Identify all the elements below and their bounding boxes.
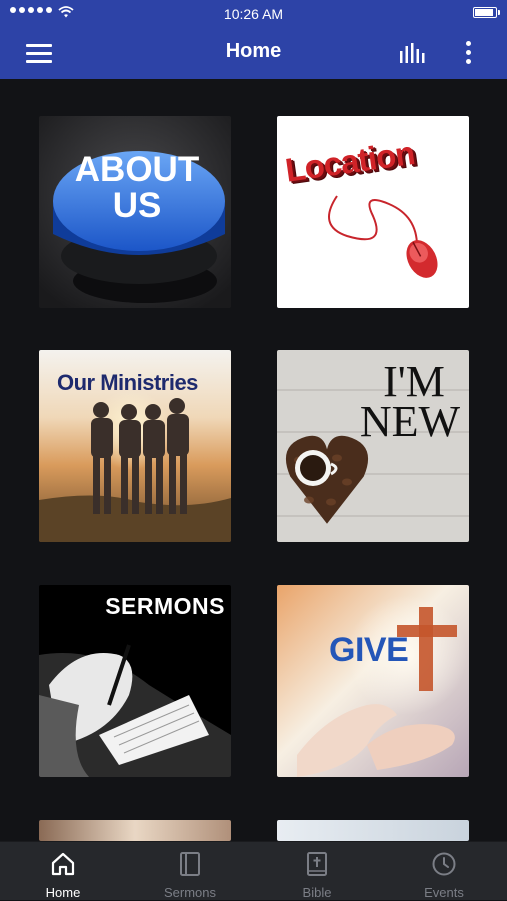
tile-our-ministries[interactable]: Our Ministries [39, 350, 231, 542]
tab-bible-label: Bible [302, 885, 332, 900]
tab-events[interactable]: Events [381, 842, 507, 901]
tile-give[interactable]: GIVE [277, 585, 469, 777]
tile-sermons-label: SERMONS [105, 593, 225, 619]
page-title: Home [225, 40, 282, 62]
menu-icon[interactable] [24, 41, 54, 65]
tab-events-label: Events [424, 885, 464, 900]
partial-tile-image [277, 820, 469, 841]
tile-im-new-label: I'M NEW [359, 357, 461, 446]
tab-sermons[interactable]: Sermons [127, 842, 253, 901]
battery-icon [473, 7, 500, 18]
tab-bible[interactable]: Bible [254, 842, 380, 901]
tab-home-label: Home [45, 885, 81, 900]
tab-sermons-label: Sermons [163, 885, 217, 900]
more-options-icon[interactable] [458, 39, 478, 67]
home-icon [51, 852, 75, 876]
partial-tile-image [39, 820, 231, 841]
tab-home[interactable]: Home [0, 842, 126, 901]
home-tile-grid: ABOUT US Location Our Ministries I'M NEW… [0, 79, 507, 841]
tile-im-new[interactable]: I'M NEW [277, 350, 469, 542]
tile-give-label: GIVE [329, 631, 409, 669]
tile-about-us[interactable]: ABOUT US [39, 116, 231, 308]
give-hands-image [277, 585, 469, 777]
tile-about-us-label: ABOUT US [74, 150, 200, 225]
bible-icon [307, 852, 327, 876]
tile-partial-right[interactable] [277, 820, 469, 841]
status-bar: 10:26 AM [0, 0, 507, 27]
status-time: 10:26 AM [223, 6, 284, 22]
app-bar: Home [0, 27, 507, 79]
clock-icon [432, 852, 456, 876]
bottom-tab-bar: Home Sermons Bible Events [0, 841, 507, 900]
tile-our-ministries-label: Our Ministries [57, 370, 198, 395]
audio-player-icon[interactable] [398, 41, 430, 65]
tile-partial-left[interactable] [39, 820, 231, 841]
tile-location[interactable]: Location [277, 116, 469, 308]
tile-sermons[interactable]: SERMONS [39, 585, 231, 777]
book-icon [180, 852, 200, 876]
